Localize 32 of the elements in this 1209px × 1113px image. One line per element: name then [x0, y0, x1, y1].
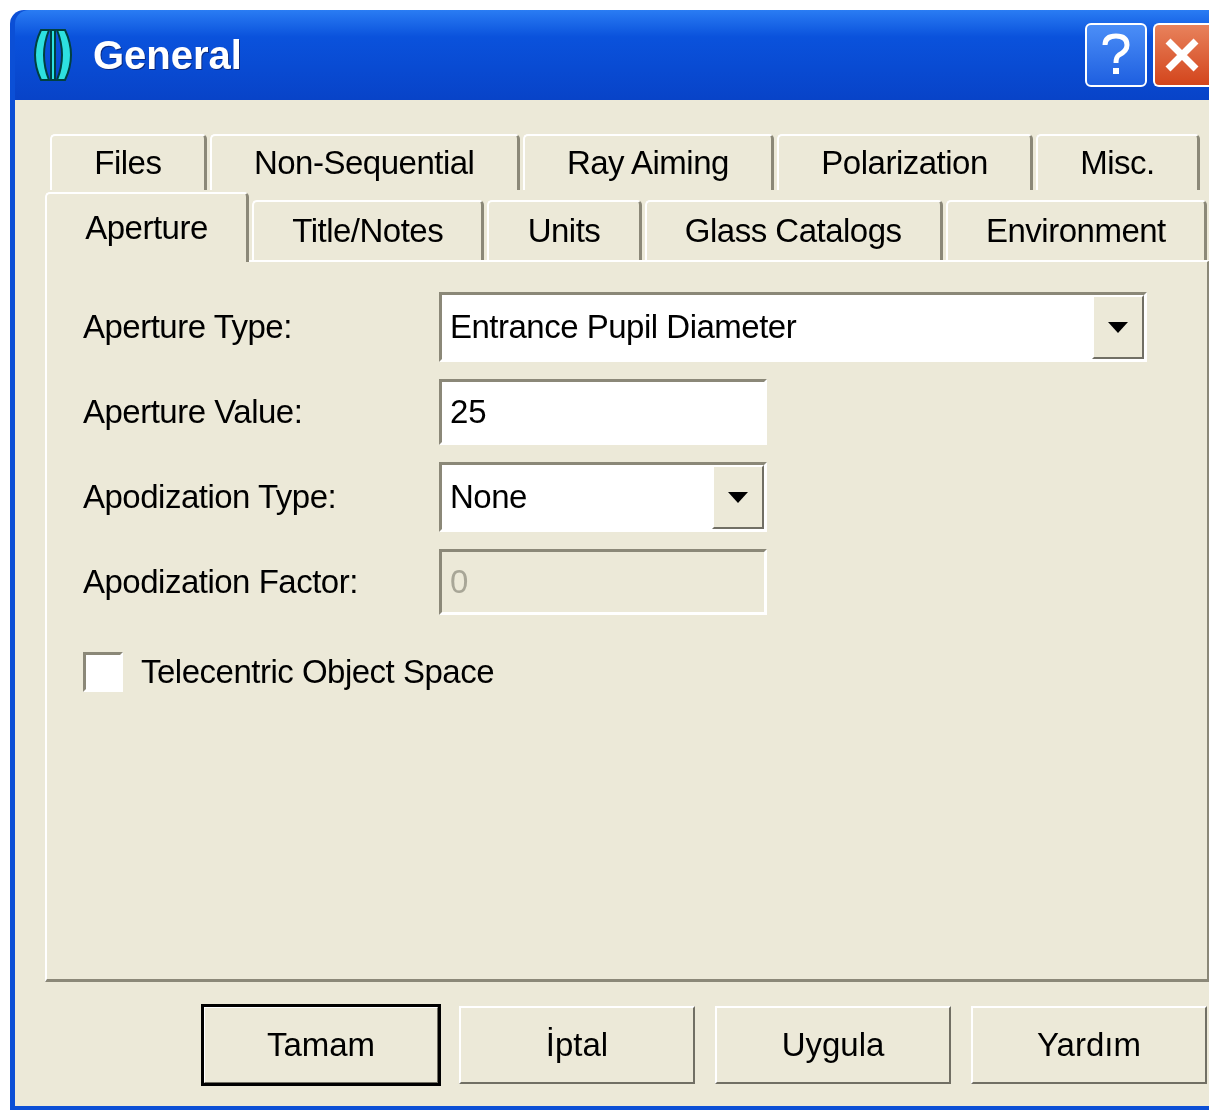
tab[interactable]: Ray Aiming	[522, 134, 775, 190]
caret-icon	[728, 491, 748, 503]
tab[interactable]: Files	[50, 134, 207, 190]
checkbox[interactable]	[83, 651, 123, 692]
dialog-button[interactable]: İptal	[459, 1006, 695, 1084]
field-label: Apodization Factor:	[83, 562, 359, 603]
window-title: General	[93, 32, 242, 79]
tab[interactable]: Title/Notes	[252, 200, 485, 260]
field-label: Apodization Type:	[83, 477, 338, 518]
tab[interactable]: Units	[487, 200, 642, 260]
input-field[interactable]: 25	[439, 379, 767, 445]
dropdown-arrow-button[interactable]	[1092, 295, 1144, 359]
dialog-button[interactable]: Yardım	[971, 1006, 1207, 1084]
tab[interactable]: Non-Sequential	[209, 134, 520, 190]
field-label: Aperture Value:	[83, 392, 304, 433]
help-icon	[1101, 33, 1131, 77]
checkbox-label: Telecentric Object Space	[141, 652, 494, 692]
dropdown[interactable]: None	[439, 462, 767, 532]
field-label: Aperture Type:	[83, 307, 293, 348]
dialog-button[interactable]: Uygula	[715, 1006, 951, 1084]
dialog-button[interactable]: Tamam	[203, 1006, 439, 1084]
tab[interactable]: Environment	[945, 200, 1207, 260]
dropdown[interactable]: Entrance Pupil Diameter	[439, 292, 1147, 362]
tab[interactable]: Glass Catalogs	[644, 200, 943, 260]
tab[interactable]: Aperture	[45, 192, 249, 262]
close-button[interactable]	[1153, 23, 1209, 87]
dropdown-arrow-button[interactable]	[712, 465, 764, 529]
tab[interactable]: Misc.	[1036, 134, 1201, 190]
tab[interactable]: Polarization	[777, 134, 1034, 190]
close-icon	[1164, 37, 1200, 73]
help-button[interactable]	[1085, 23, 1147, 87]
caret-icon	[1108, 321, 1128, 333]
